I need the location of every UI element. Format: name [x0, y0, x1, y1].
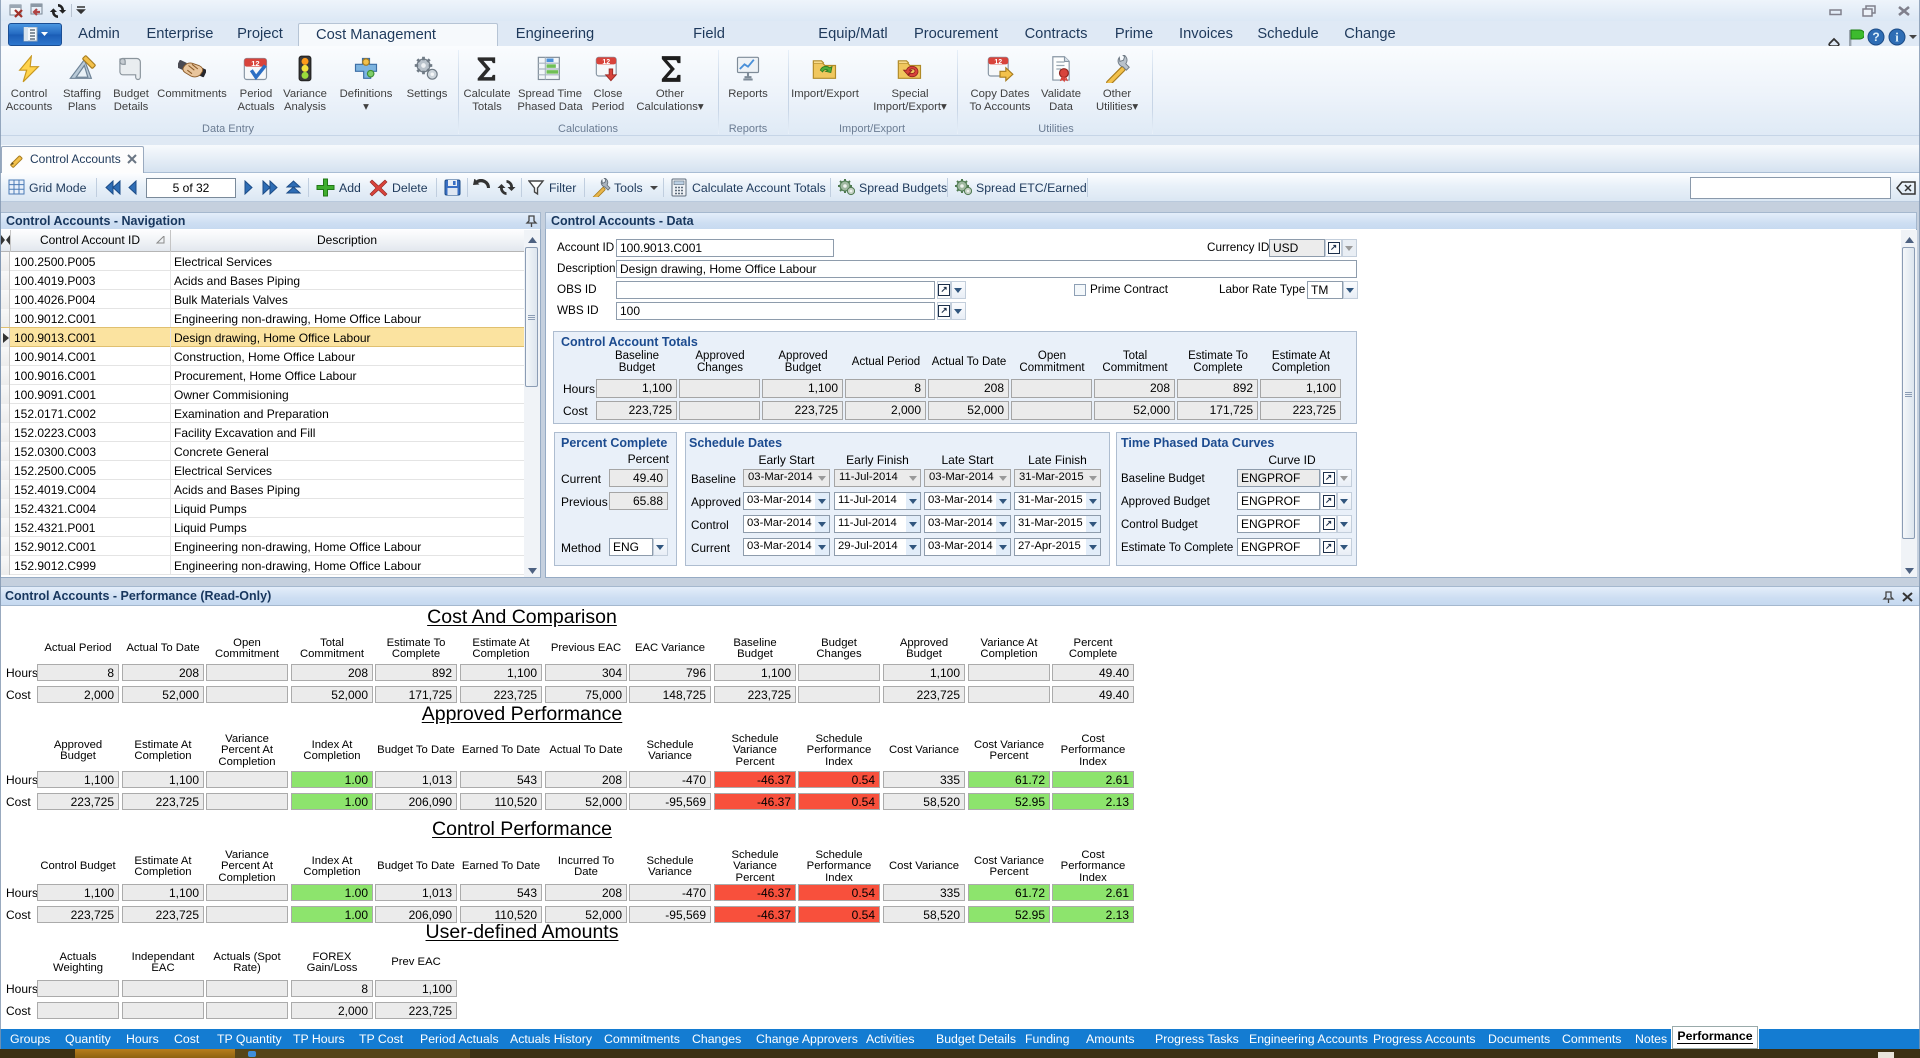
svg-text:i: i: [1895, 31, 1899, 45]
svg-text:?: ?: [1872, 30, 1879, 44]
svg-text:12: 12: [994, 59, 1002, 66]
svg-text:12: 12: [251, 59, 259, 68]
svg-text:12: 12: [602, 59, 610, 66]
